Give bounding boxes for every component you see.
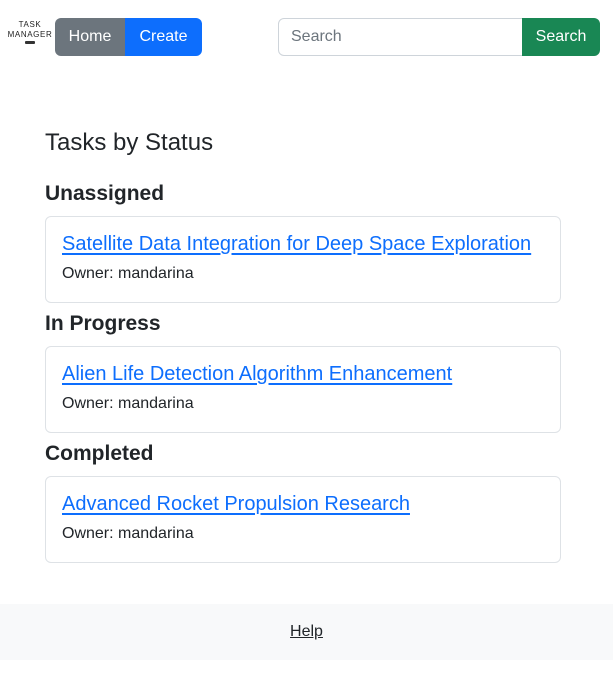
logo-line-1: TASK [18,20,42,29]
search-input[interactable] [278,18,523,56]
logo-line-2: MANAGER [7,30,53,39]
status-heading: In Progress [45,312,161,335]
task-owner: Owner: mandarina [62,525,194,542]
task-owner: Owner: mandarina [62,395,194,412]
task-card: Alien Life Detection Algorithm Enhanceme… [45,346,561,433]
create-button[interactable]: Create [125,18,202,56]
home-button[interactable]: Home [55,18,125,56]
task-link[interactable]: Advanced Rocket Propulsion Research [62,492,544,516]
task-card: Advanced Rocket Propulsion Research Owne… [45,476,561,563]
page-title: Tasks by Status [45,129,214,156]
search-button[interactable]: Search [522,18,600,56]
status-group-unassigned: Unassigned Satellite Data Integration fo… [45,180,561,303]
status-group-in-progress: In Progress Alien Life Detection Algorit… [45,310,561,433]
footer: Help [0,604,613,660]
task-owner: Owner: mandarina [62,265,194,282]
status-heading: Unassigned [45,182,165,205]
task-card: Satellite Data Integration for Deep Spac… [45,216,561,303]
task-link[interactable]: Alien Life Detection Algorithm Enhanceme… [62,362,544,386]
navbar: TASK MANAGER Home Create Search [0,0,613,75]
task-link[interactable]: Satellite Data Integration for Deep Spac… [62,232,544,256]
page: TASK MANAGER Home Create Search Tasks by… [0,0,613,691]
logo-mark-icon [25,41,35,44]
main-content: Tasks by Status Unassigned Satellite Dat… [45,127,561,570]
help-link[interactable]: Help [290,623,323,641]
status-heading: Completed [45,442,154,465]
status-group-completed: Completed Advanced Rocket Propulsion Res… [45,440,561,563]
logo[interactable]: TASK MANAGER [8,20,52,50]
